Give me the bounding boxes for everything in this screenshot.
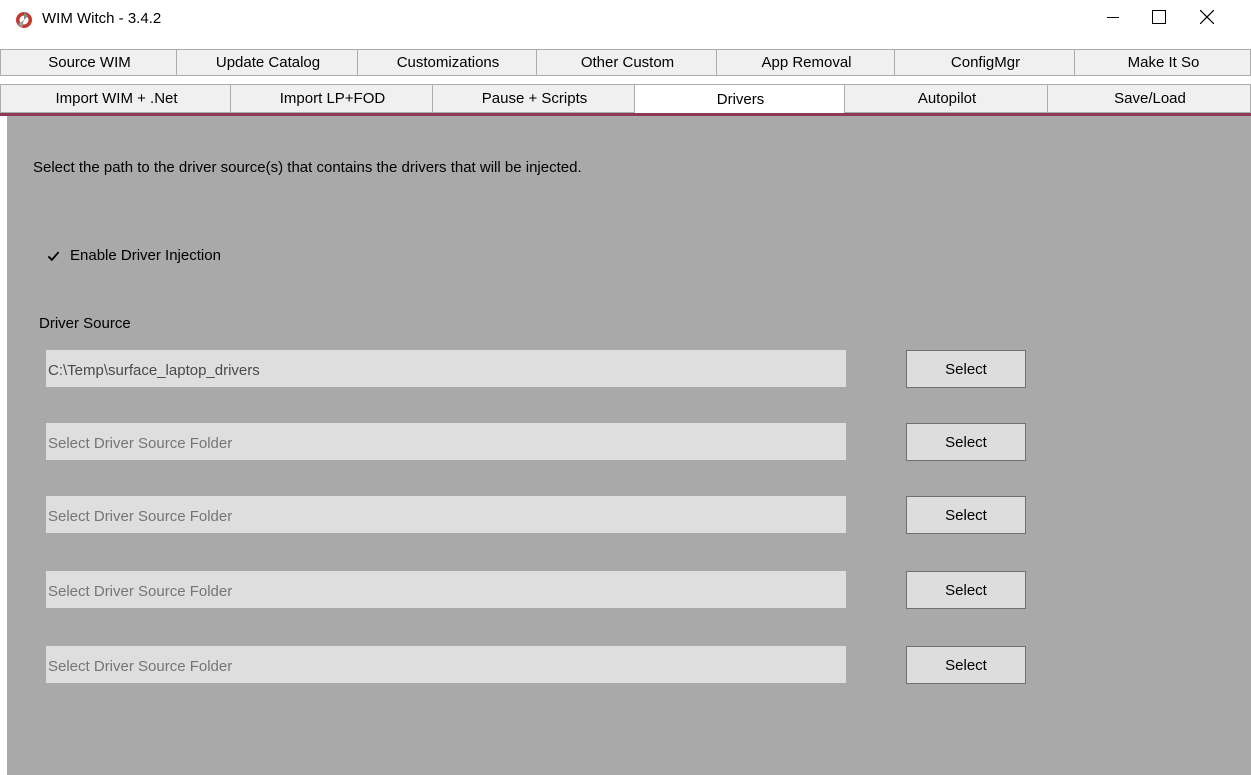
minimize-button[interactable]: [1090, 0, 1136, 38]
enable-driver-injection-label: Enable Driver Injection: [70, 247, 221, 264]
tab-configmgr[interactable]: ConfigMgr: [894, 49, 1074, 76]
maximize-button[interactable]: [1136, 0, 1182, 38]
tab-autopilot[interactable]: Autopilot: [844, 84, 1047, 113]
window-title: WIM Witch - 3.4.2: [42, 10, 162, 27]
select-button-1[interactable]: Select: [906, 350, 1026, 388]
tab-import-wim-net[interactable]: Import WIM + .Net: [0, 84, 230, 113]
tab-customizations[interactable]: Customizations: [357, 49, 536, 76]
driver-source-field-3[interactable]: [46, 496, 846, 533]
tab-import-lp-fod[interactable]: Import LP+FOD: [230, 84, 432, 113]
tab-row-1: Source WIM Update Catalog Customizations…: [0, 49, 1251, 76]
enable-driver-injection-checkbox[interactable]: [47, 249, 60, 262]
tab-pause-scripts[interactable]: Pause + Scripts: [432, 84, 634, 113]
driver-source-field-4[interactable]: [46, 571, 846, 608]
tab-row-2: Import WIM + .Net Import LP+FOD Pause + …: [0, 84, 1251, 113]
tab-source-wim[interactable]: Source WIM: [0, 49, 176, 76]
maximize-icon: [1152, 9, 1166, 29]
select-button-4[interactable]: Select: [906, 571, 1026, 609]
app-window: WIM Witch - 3.4.2 Source WIM Update Cata…: [0, 0, 1251, 775]
tab-drivers[interactable]: Drivers: [634, 84, 844, 113]
driver-source-label: Driver Source: [39, 315, 131, 332]
close-button[interactable]: [1184, 0, 1230, 38]
select-button-2[interactable]: Select: [906, 423, 1026, 461]
tab-other-custom[interactable]: Other Custom: [536, 49, 716, 76]
enable-driver-injection[interactable]: Enable Driver Injection: [47, 247, 221, 264]
tab-make-it-so[interactable]: Make It So: [1074, 49, 1251, 76]
drivers-panel: Select the path to the driver source(s) …: [7, 116, 1251, 775]
wim-witch-logo-icon: [14, 10, 34, 30]
select-button-3[interactable]: Select: [906, 496, 1026, 534]
minimize-icon: [1107, 10, 1119, 28]
close-icon: [1199, 9, 1215, 29]
instructions-text: Select the path to the driver source(s) …: [33, 159, 582, 176]
driver-source-field-2[interactable]: [46, 423, 846, 460]
driver-source-field-1[interactable]: [46, 350, 846, 387]
tab-save-load[interactable]: Save/Load: [1047, 84, 1251, 113]
checkmark-icon: [47, 250, 60, 261]
select-button-5[interactable]: Select: [906, 646, 1026, 684]
tab-update-catalog[interactable]: Update Catalog: [176, 49, 357, 76]
driver-source-field-5[interactable]: [46, 646, 846, 683]
title-bar: WIM Witch - 3.4.2: [0, 0, 1251, 40]
tab-app-removal[interactable]: App Removal: [716, 49, 894, 76]
